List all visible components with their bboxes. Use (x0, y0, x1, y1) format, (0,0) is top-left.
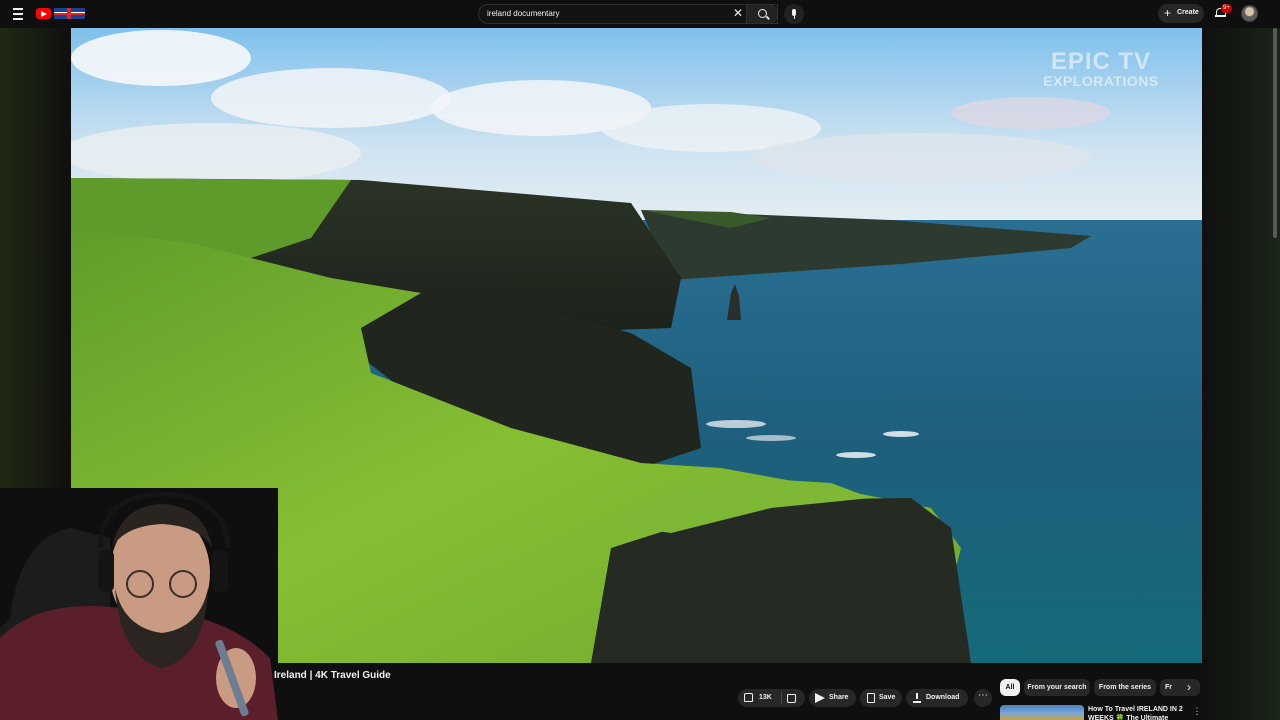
related-filter-chips: All From your search From the series Fr (1000, 679, 1200, 697)
chevron-right-icon[interactable]: › (1182, 679, 1196, 696)
create-label: Create (1177, 9, 1199, 16)
notification-badge: 9+ (1221, 4, 1232, 13)
uk-flag-icon (54, 8, 85, 19)
youtube-logo-icon[interactable] (36, 8, 51, 19)
share-icon (815, 693, 825, 703)
recommendation-more-icon[interactable]: ⋮ (1192, 705, 1202, 717)
divider (781, 692, 782, 704)
thumbs-down-icon[interactable] (787, 694, 796, 703)
watermark-line2: EXPLORATIONS (1043, 73, 1159, 89)
channel-watermark: EPIC TV EXPLORATIONS (1041, 48, 1161, 89)
save-label: Save (879, 694, 896, 701)
chip-all[interactable]: All (1000, 679, 1020, 696)
thumbs-up-icon[interactable] (744, 693, 753, 702)
search-button[interactable] (746, 4, 778, 24)
download-button[interactable]: Download (906, 689, 968, 707)
download-label: Download (926, 694, 960, 701)
microphone-icon[interactable] (784, 4, 804, 24)
youtube-watch-page: ireland documentary ✕ + Create 9+ EPIC T… (0, 0, 1280, 720)
share-button[interactable]: Share (809, 689, 856, 707)
download-icon (913, 693, 921, 703)
watermark-line1: EPIC TV (1050, 48, 1152, 75)
like-dislike-group: 13K (738, 689, 805, 707)
streamer-camera (0, 488, 278, 720)
search-icon (758, 9, 767, 18)
recommendation-title[interactable]: How To Travel IRELAND IN 2 WEEKS 🍀 The U… (1088, 705, 1184, 720)
share-label: Share (829, 694, 849, 701)
chip-from-the-series[interactable]: From the series (1094, 679, 1156, 696)
plus-icon: + (1164, 6, 1172, 20)
save-button[interactable]: Save (860, 689, 902, 707)
more-icon[interactable]: ⋯ (974, 689, 992, 707)
recommendation-thumbnail[interactable] (1000, 705, 1084, 720)
clear-icon[interactable]: ✕ (731, 6, 745, 20)
menu-icon[interactable] (10, 6, 26, 22)
avatar[interactable] (1241, 5, 1258, 22)
video-title: Ireland | 4K Travel Guide (274, 670, 391, 681)
bookmark-icon (867, 693, 875, 703)
webcam-overlay (0, 488, 278, 720)
chip-from-your-search[interactable]: From your search (1024, 679, 1090, 696)
like-count[interactable]: 13K (759, 694, 772, 701)
create-button[interactable]: + Create (1158, 4, 1204, 23)
masthead: ireland documentary ✕ + Create 9+ (0, 0, 1280, 28)
scrollbar[interactable] (1273, 28, 1277, 238)
search-input[interactable]: ireland documentary (487, 9, 559, 18)
